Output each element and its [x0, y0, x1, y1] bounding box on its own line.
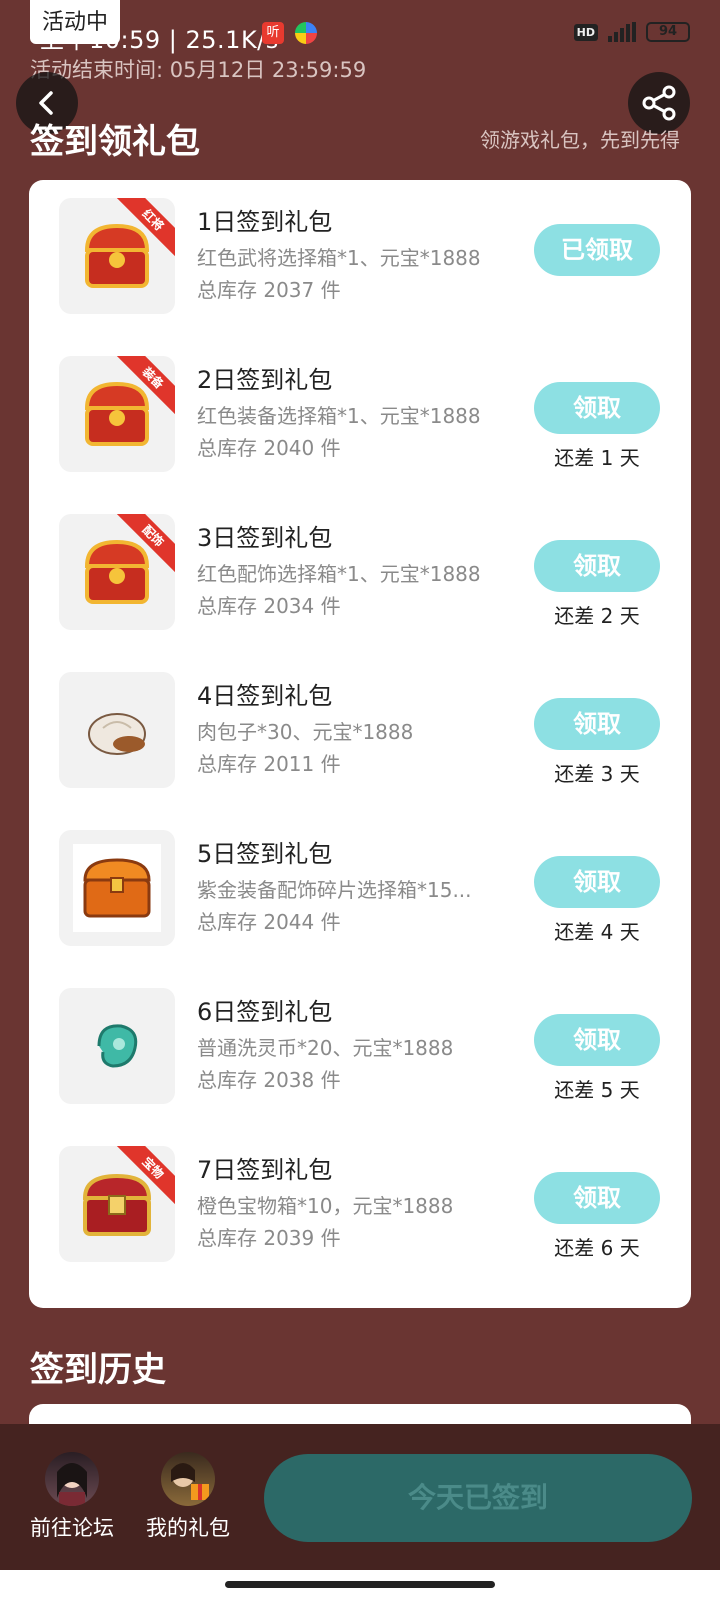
- gift-row-day-2: 装备 2日签到礼包 红色装备选择箱*1、元宝*1888 总库存 2040 件 领…: [29, 356, 691, 476]
- jade-coin-icon: [97, 1024, 138, 1068]
- history-title: 签到历史: [30, 1350, 166, 1390]
- claim-button[interactable]: 领取: [534, 856, 660, 908]
- gift-thumbnail: [59, 988, 175, 1104]
- my-gifts-avatar: [161, 1452, 215, 1506]
- page-title: 签到领礼包: [30, 122, 200, 162]
- activity-end-time: 活动结束时间: 05月12日 23:59:59: [30, 58, 367, 82]
- gift-thumbnail: [59, 672, 175, 788]
- bun-icon: [88, 713, 146, 755]
- status-right-icons: HD 94: [573, 22, 690, 42]
- forum-avatar: [45, 1452, 99, 1506]
- orange-chest-icon: [73, 844, 161, 932]
- days-remaining: 还差 4 天: [554, 920, 640, 944]
- gift-title: 5日签到礼包: [197, 840, 333, 868]
- gift-description: 肉包子*30、元宝*1888: [197, 720, 414, 744]
- gift-thumbnail: 装备: [59, 356, 175, 472]
- gift-row-day-5: 5日签到礼包 紫金装备配饰碎片选择箱*15... 总库存 2044 件 领取 还…: [29, 830, 691, 950]
- claim-button[interactable]: 领取: [534, 540, 660, 592]
- chevron-left-icon: [39, 91, 53, 115]
- gift-title: 3日签到礼包: [197, 524, 333, 552]
- signal-icon: [608, 22, 636, 42]
- page-subtitle: 领游戏礼包，先到先得: [480, 128, 680, 152]
- days-remaining: 还差 6 天: [554, 1236, 640, 1260]
- forum-label: 前往论坛: [30, 1516, 114, 1540]
- gift-stock: 总库存 2011 件: [197, 752, 341, 776]
- listen-app-icon: 听: [262, 22, 284, 44]
- gift-description: 橙色宝物箱*10，元宝*1888: [197, 1194, 454, 1218]
- gift-stock: 总库存 2034 件: [197, 594, 341, 618]
- gift-title: 4日签到礼包: [197, 682, 333, 710]
- days-remaining: 还差 2 天: [554, 604, 640, 628]
- share-icon: [642, 85, 676, 121]
- gift-stock: 总库存 2038 件: [197, 1068, 341, 1092]
- gift-title: 6日签到礼包: [197, 998, 333, 1026]
- gift-row-day-3: 配饰 3日签到礼包 红色配饰选择箱*1、元宝*1888 总库存 2034 件 领…: [29, 514, 691, 634]
- gift-title: 2日签到礼包: [197, 366, 333, 394]
- gift-description: 普通洗灵币*20、元宝*1888: [197, 1036, 454, 1060]
- claimed-button[interactable]: 已领取: [534, 224, 660, 276]
- gift-row-day-1: 红将 1日签到礼包 红色武将选择箱*1、元宝*1888 总库存 2037 件 已…: [29, 198, 691, 318]
- days-remaining: 还差 3 天: [554, 762, 640, 786]
- forum-link[interactable]: 前往论坛: [22, 1452, 122, 1542]
- gift-stock: 总库存 2040 件: [197, 436, 341, 460]
- gift-description: 红色装备选择箱*1、元宝*1888: [197, 404, 481, 428]
- gift-thumbnail: [59, 830, 175, 946]
- gift-row-day-6: 6日签到礼包 普通洗灵币*20、元宝*1888 总库存 2038 件 领取 还差…: [29, 988, 691, 1108]
- gift-thumbnail: 红将: [59, 198, 175, 314]
- hd-icon: HD: [573, 23, 598, 41]
- claim-button[interactable]: 领取: [534, 1014, 660, 1066]
- gift-stock: 总库存 2044 件: [197, 910, 341, 934]
- gift-stock: 总库存 2037 件: [197, 278, 341, 302]
- claim-button[interactable]: 领取: [534, 698, 660, 750]
- my-gifts-link[interactable]: 我的礼包: [138, 1452, 238, 1542]
- gift-description: 红色武将选择箱*1、元宝*1888: [197, 246, 481, 270]
- days-remaining: 还差 1 天: [554, 446, 640, 470]
- gift-stock: 总库存 2039 件: [197, 1226, 341, 1250]
- signed-in-today-button[interactable]: 今天已签到: [264, 1454, 692, 1542]
- gift-character-icon: [171, 1463, 209, 1500]
- gift-list-card: 红将 1日签到礼包 红色武将选择箱*1、元宝*1888 总库存 2037 件 已…: [29, 180, 691, 1308]
- gift-title: 1日签到礼包: [197, 208, 333, 236]
- gift-title: 7日签到礼包: [197, 1156, 333, 1184]
- colorful-app-icon: [295, 22, 317, 44]
- my-gifts-label: 我的礼包: [146, 1516, 230, 1540]
- character-avatar-icon: [57, 1463, 87, 1506]
- claim-button[interactable]: 领取: [534, 1172, 660, 1224]
- days-remaining: 还差 5 天: [554, 1078, 640, 1102]
- gift-description: 紫金装备配饰碎片选择箱*15...: [197, 878, 472, 902]
- claim-button[interactable]: 领取: [534, 382, 660, 434]
- gift-thumbnail: 配饰: [59, 514, 175, 630]
- battery-icon: 94: [646, 22, 690, 42]
- gift-row-day-7: 宝物 7日签到礼包 橙色宝物箱*10，元宝*1888 总库存 2039 件 领取…: [29, 1146, 691, 1266]
- gift-row-day-4: 4日签到礼包 肉包子*30、元宝*1888 总库存 2011 件 领取 还差 3…: [29, 672, 691, 792]
- activity-status-tag: 活动中: [30, 0, 121, 44]
- home-indicator[interactable]: [225, 1581, 495, 1588]
- gift-thumbnail: 宝物: [59, 1146, 175, 1262]
- bottom-action-bar: 前往论坛 我的礼包 今天已签到: [0, 1424, 720, 1570]
- gift-description: 红色配饰选择箱*1、元宝*1888: [197, 562, 481, 586]
